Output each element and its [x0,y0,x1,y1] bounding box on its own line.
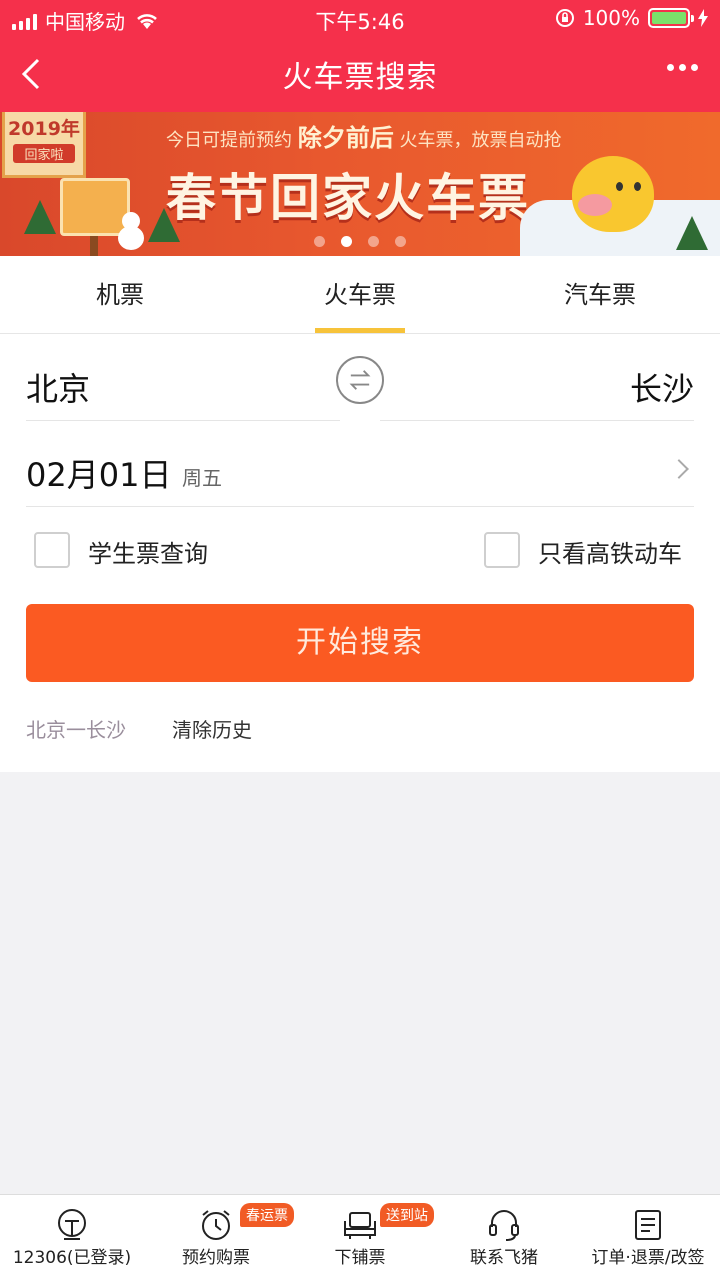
departure-city[interactable]: 北京 [26,364,90,410]
app-header: 中国移动 下午5:46 100% 火车票搜索 [0,0,720,112]
banner-subline-suffix: 火车票，放票自动抢 [399,130,562,151]
page-title: 火车票搜索 [282,60,438,95]
status-right: 100% [555,6,708,30]
pagination-dot[interactable] [368,236,379,247]
chevron-right-icon[interactable] [669,459,689,479]
tab-bus[interactable]: 汽车票 [480,256,720,333]
battery-icon [648,8,694,28]
badge-spring-festival: 春运票 [240,1203,294,1227]
toolbar-item-lower-berth[interactable]: 送到站 下铺票 [288,1195,434,1280]
tab-flight[interactable]: 机票 [0,256,240,333]
pagination-dot[interactable] [314,236,325,247]
pagination-dot[interactable] [395,236,406,247]
headset-icon [489,1210,519,1241]
toolbar-label: 12306(已登录) [12,1248,132,1268]
highspeed-only-checkbox[interactable] [484,532,520,568]
toolbar-label: 下铺票 [334,1248,386,1268]
nav-bar: 火车票搜索 [0,40,720,106]
year-tag-sub: 回家啦 [13,144,75,163]
history-item[interactable]: 北京一长沙 [26,714,126,743]
year-tag: 2019年 回家啦 [2,112,86,178]
divider [380,420,694,421]
promo-banner[interactable]: 2019年 回家啦 今日可提前预约 除夕前后 火车票，放票自动抢 春节回家火车票 [0,112,720,256]
tree-illustration [24,200,56,234]
battery-percent: 100% [582,6,640,30]
rotation-lock-icon [555,9,574,27]
seat-icon [344,1212,376,1239]
toolbar-item-reserve[interactable]: 春运票 预约购票 [144,1195,294,1280]
departure-date[interactable]: 02月01日 [26,450,171,496]
pagination-dot-active[interactable] [341,236,352,247]
ticket-type-tabs: 机票 火车票 汽车票 [0,256,720,334]
pig-mascot-illustration [572,156,654,232]
divider [26,420,340,421]
banner-subline-prefix: 今日可提前预约 [166,130,292,151]
toolbar-label: 联系飞猪 [470,1248,538,1268]
student-ticket-checkbox[interactable] [34,532,70,568]
badge-deliver-to-station: 送到站 [380,1203,434,1227]
more-dots-icon[interactable] [667,64,698,71]
divider [26,506,694,507]
arrival-city[interactable]: 长沙 [630,364,694,410]
train-12306-icon [58,1209,86,1240]
swap-arrows-icon[interactable] [336,356,384,404]
banner-headline: 春节回家火车票 [166,169,530,227]
clear-history-button[interactable]: 清除历史 [172,714,252,743]
status-bar: 中国移动 下午5:46 100% [0,0,720,36]
alarm-clock-icon [202,1210,230,1240]
banner-subline-highlight: 除夕前后 [297,124,394,152]
year-tag-text: 2019年 [8,118,80,140]
banner-pagination [0,236,720,247]
bottom-toolbar: 12306(已登录) 春运票 预约购票 送到站 下铺票 联系飞猪 订单·退票/改… [0,1194,720,1280]
banner-subline: 今日可提前预约 除夕前后 火车票，放票自动抢 [166,118,561,153]
toolbar-label: 订单·退票/改签 [591,1248,705,1268]
search-form: 北京 长沙 02月01日 周五 学生票查询 只看高铁动车 开始搜索 北京一长沙 … [0,334,720,772]
order-list-icon [635,1210,661,1240]
search-button[interactable]: 开始搜索 [26,604,694,682]
student-ticket-label[interactable]: 学生票查询 [88,534,208,569]
highspeed-only-label[interactable]: 只看高铁动车 [538,534,682,569]
toolbar-item-12306[interactable]: 12306(已登录) [0,1195,144,1280]
charging-icon [698,9,708,27]
toolbar-label: 预约购票 [182,1248,250,1268]
tab-train[interactable]: 火车票 [240,256,480,333]
toolbar-item-contact[interactable]: 联系飞猪 [432,1195,576,1280]
departure-weekday: 周五 [182,466,222,490]
toolbar-item-orders[interactable]: 订单·退票/改签 [576,1195,720,1280]
